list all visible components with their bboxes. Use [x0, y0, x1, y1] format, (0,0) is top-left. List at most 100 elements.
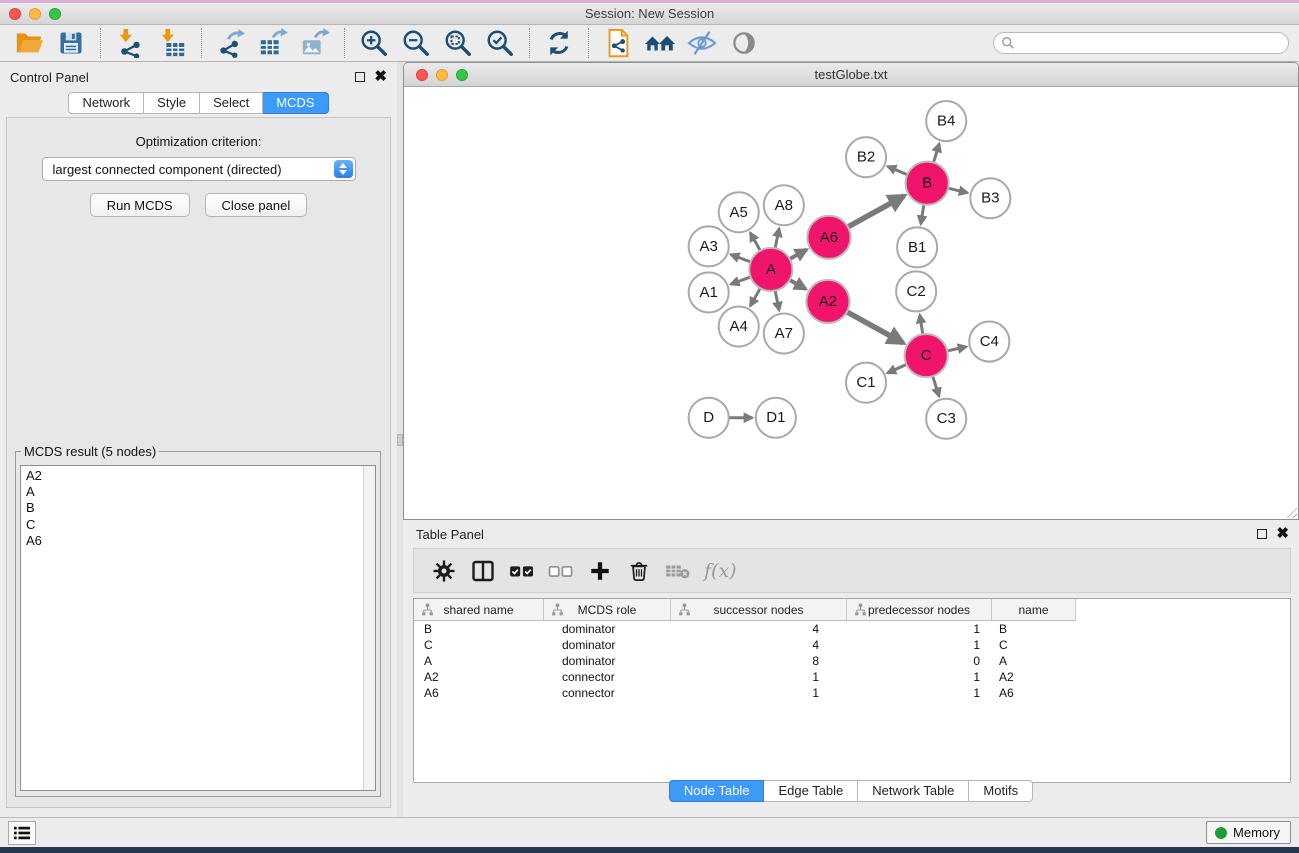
table-row[interactable]: A6connector11A6 — [414, 685, 1290, 701]
table-cell[interactable]: B — [414, 622, 544, 636]
tab-edge-table[interactable]: Edge Table — [764, 780, 858, 802]
delete-table-icon[interactable] — [665, 558, 691, 584]
node-A[interactable]: A — [749, 248, 792, 291]
column-header-predecessor-nodes[interactable]: predecessor nodes — [847, 599, 992, 621]
table-cell[interactable]: connector — [544, 686, 671, 700]
node-A5[interactable]: A5 — [719, 192, 759, 232]
mcds-result-item[interactable]: A6 — [26, 533, 361, 549]
mcds-result-item[interactable]: A2 — [26, 468, 361, 484]
import-network-icon[interactable] — [112, 27, 148, 59]
eye-icon[interactable] — [726, 27, 762, 59]
node-D[interactable]: D — [689, 398, 729, 438]
table-row[interactable]: Bdominator41B — [414, 621, 1290, 637]
tab-mcds[interactable]: MCDS — [263, 92, 328, 114]
edge-A-A2[interactable] — [789, 279, 806, 289]
node-B4[interactable]: B4 — [926, 101, 966, 141]
table-cell[interactable]: A6 — [414, 686, 544, 700]
edge-C-C3[interactable] — [932, 375, 939, 396]
table-cell[interactable]: 1 — [847, 622, 992, 636]
export-image-icon[interactable] — [297, 27, 333, 59]
node-C3[interactable]: C3 — [926, 399, 966, 439]
close-panel-icon[interactable]: ✖ — [374, 72, 387, 82]
table-cell[interactable]: 1 — [671, 686, 847, 700]
network-file-icon[interactable] — [600, 27, 636, 59]
search-input[interactable] — [1015, 34, 1288, 52]
edge-A6-B[interactable] — [847, 196, 904, 228]
table-cell[interactable]: A — [992, 654, 1076, 668]
edge-B-B2[interactable] — [888, 166, 909, 175]
edge-B-B1[interactable] — [921, 204, 924, 225]
table-cell[interactable]: A2 — [992, 670, 1076, 684]
node-A3[interactable]: A3 — [689, 226, 729, 266]
tab-select[interactable]: Select — [200, 92, 263, 114]
node-B[interactable]: B — [906, 162, 949, 205]
node-B2[interactable]: B2 — [846, 137, 886, 177]
close-window-button[interactable] — [9, 8, 21, 20]
edge-C-C1[interactable] — [888, 364, 908, 373]
gear-icon[interactable] — [431, 558, 457, 584]
table-cell[interactable]: C — [992, 638, 1076, 652]
edge-A-A5[interactable] — [750, 233, 760, 252]
minimize-window-button[interactable] — [29, 8, 41, 20]
import-table-icon[interactable] — [154, 27, 190, 59]
columns-icon[interactable] — [470, 558, 496, 584]
zoom-out-icon[interactable] — [398, 27, 434, 59]
table-cell[interactable]: 4 — [671, 638, 847, 652]
divider-handle-icon[interactable] — [397, 434, 403, 446]
edge-A-A6[interactable] — [789, 250, 807, 260]
tab-style[interactable]: Style — [144, 92, 200, 114]
network-canvas[interactable]: B4B2BB3A8A5A6B1A3AA1C2A2A4A7C4CC1C3DD1 — [404, 87, 1298, 519]
edge-B-B3[interactable] — [947, 188, 967, 193]
edge-C-C2[interactable] — [920, 315, 923, 336]
node-A2[interactable]: A2 — [806, 280, 849, 323]
table-cell[interactable]: dominator — [544, 654, 671, 668]
zoom-selected-icon[interactable] — [482, 27, 518, 59]
table-cell[interactable]: B — [992, 622, 1076, 636]
export-network-icon[interactable] — [213, 27, 249, 59]
table-cell[interactable]: 8 — [671, 654, 847, 668]
close-network-button[interactable] — [416, 69, 428, 81]
close-table-panel-icon[interactable]: ✖ — [1276, 529, 1289, 539]
table-row[interactable]: Cdominator41C — [414, 637, 1290, 653]
mcds-result-item[interactable]: C — [26, 517, 361, 533]
scrollbar[interactable] — [363, 466, 375, 790]
table-cell[interactable]: 1 — [847, 638, 992, 652]
zoom-network-button[interactable] — [456, 69, 468, 81]
zoom-fit-icon[interactable] — [440, 27, 476, 59]
node-B1[interactable]: B1 — [897, 227, 937, 267]
mcds-result-item[interactable]: A — [26, 484, 361, 500]
tab-node-table[interactable]: Node Table — [669, 780, 765, 802]
table-cell[interactable]: A6 — [992, 686, 1076, 700]
edge-A-A3[interactable] — [731, 255, 752, 263]
column-header-MCDS-role[interactable]: MCDS role — [544, 599, 671, 621]
table-cell[interactable]: 4 — [671, 622, 847, 636]
table-cell[interactable]: A — [414, 654, 544, 668]
node-B3[interactable]: B3 — [970, 178, 1010, 218]
eye-slash-icon[interactable] — [684, 27, 720, 59]
table-row[interactable]: A2connector11A2 — [414, 669, 1290, 685]
column-header-successor-nodes[interactable]: successor nodes — [671, 599, 847, 621]
edge-A-A1[interactable] — [731, 277, 752, 285]
zoom-in-icon[interactable] — [356, 27, 392, 59]
edge-B-B4[interactable] — [933, 144, 939, 164]
node-C2[interactable]: C2 — [896, 271, 936, 311]
tab-network[interactable]: Network — [68, 92, 144, 114]
save-session-icon[interactable] — [53, 27, 89, 59]
table-cell[interactable]: 1 — [847, 686, 992, 700]
criterion-dropdown[interactable]: largest connected component (directed) — [42, 157, 356, 181]
tab-network-table[interactable]: Network Table — [858, 780, 969, 802]
node-C4[interactable]: C4 — [969, 322, 1009, 362]
table-cell[interactable]: 0 — [847, 654, 992, 668]
zoom-window-button[interactable] — [49, 8, 61, 20]
column-header-shared-name[interactable]: shared name — [414, 599, 544, 621]
node-C1[interactable]: C1 — [846, 363, 886, 403]
memory-button[interactable]: Memory — [1206, 821, 1291, 844]
close-panel-button[interactable]: Close panel — [205, 193, 308, 217]
table-cell[interactable]: A2 — [414, 670, 544, 684]
table-cell[interactable]: dominator — [544, 622, 671, 636]
table-cell[interactable]: dominator — [544, 638, 671, 652]
open-file-icon[interactable] — [11, 27, 47, 59]
edge-C-C4[interactable] — [946, 347, 966, 351]
table-row[interactable]: Adominator80A — [414, 653, 1290, 669]
node-A8[interactable]: A8 — [764, 185, 804, 225]
